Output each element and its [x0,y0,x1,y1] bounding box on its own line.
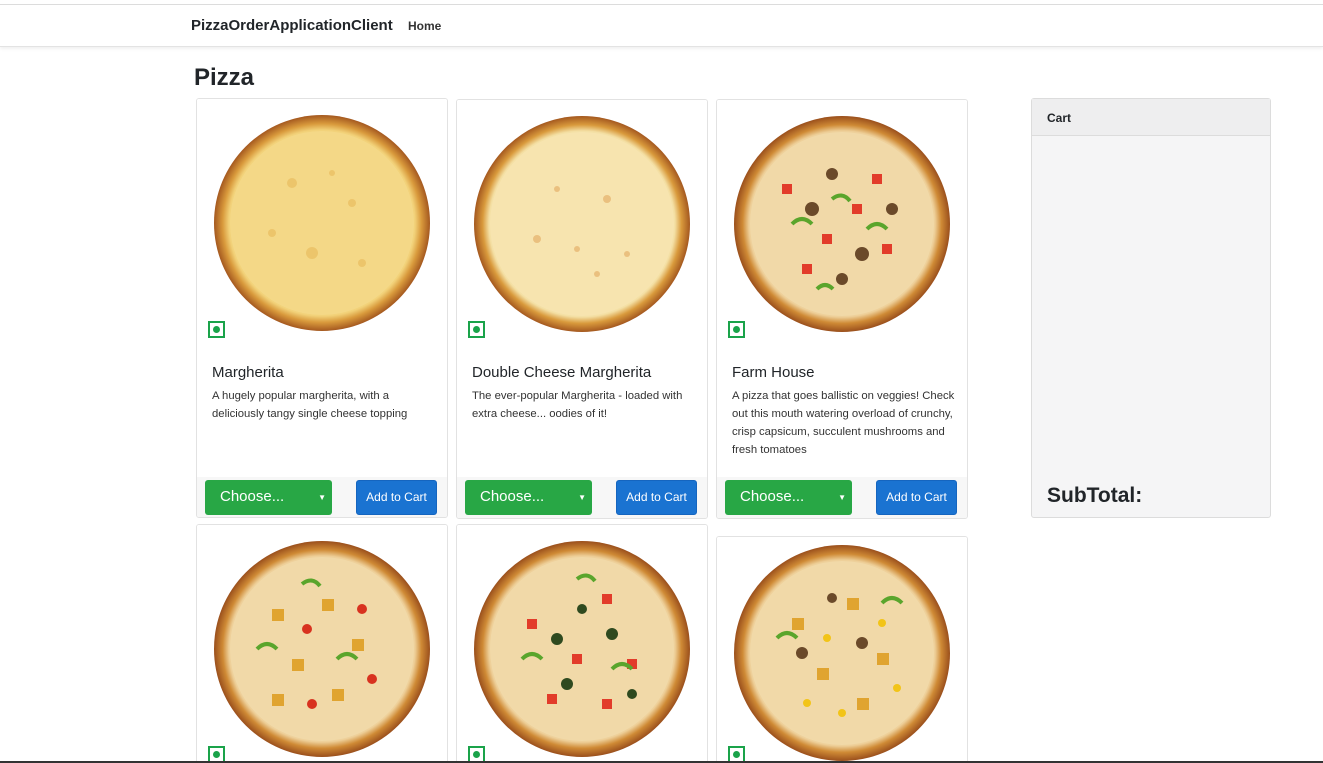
card-footer: Choose... ▼ Add to Cart [197,477,447,517]
size-select[interactable]: Choose... ▼ [205,480,332,515]
brand-link[interactable]: PizzaOrderApplicationClient [191,17,393,34]
card-footer: Choose... ▼ Add to Cart [457,477,707,518]
add-to-cart-button[interactable]: Add to Cart [616,480,697,515]
card-footer: Choose... ▼ Add to Cart [717,477,967,518]
pizza-card [196,524,448,763]
pizza-name: Farm House [732,364,815,381]
pizza-double-cheese-image [474,116,690,332]
cart-panel: Cart SubTotal: [1031,98,1271,518]
size-select[interactable]: Choose... ▼ [725,480,852,515]
pizza-description: A pizza that goes ballistic on veggies! … [732,390,955,456]
pizza-image [197,525,447,763]
size-select-value: Choose... [740,488,805,505]
pizza-image [457,100,707,350]
pizza-card [456,524,708,763]
size-select[interactable]: Choose... ▼ [465,480,592,515]
pizza-image [717,537,967,763]
pizza-name: Margherita [212,364,284,381]
veg-indicator-icon [468,321,485,338]
pizza-paneer-image [214,541,430,757]
pizza-card: Farm House A pizza that goes ballistic o… [716,99,968,519]
size-select-value: Choose... [220,488,285,505]
chevron-down-icon: ▼ [318,493,326,502]
pizza-description: The ever-popular Margherita - loaded wit… [472,390,683,420]
pizza-image [457,525,707,763]
pizza-card [716,536,968,763]
pizza-card: Margherita A hugely popular margherita, … [196,98,448,518]
size-select-value: Choose... [480,488,545,505]
pizza-description: A hugely popular margherita, with a deli… [212,390,408,420]
pizza-margherita-image [214,115,430,331]
navbar: PizzaOrderApplicationClient Home [0,5,1323,47]
pizza-name: Double Cheese Margherita [472,364,652,381]
veg-indicator-icon [728,321,745,338]
page-title: Pizza [194,64,255,91]
pizza-mexican-image [474,541,690,757]
add-to-cart-button[interactable]: Add to Cart [876,480,957,515]
cart-header: Cart [1032,99,1270,136]
chevron-down-icon: ▼ [578,493,586,502]
add-to-cart-button[interactable]: Add to Cart [356,480,437,515]
nav-home-link[interactable]: Home [408,19,441,33]
pizza-image [197,99,447,349]
pizza-farm-house-image [734,116,950,332]
pizza-paneer-corn-image [734,545,950,761]
pizza-image [717,100,967,350]
subtotal-label: SubTotal: [1047,484,1143,507]
pizza-card: Double Cheese Margherita The ever-popula… [456,99,708,519]
chevron-down-icon: ▼ [838,493,846,502]
veg-indicator-icon [208,321,225,338]
